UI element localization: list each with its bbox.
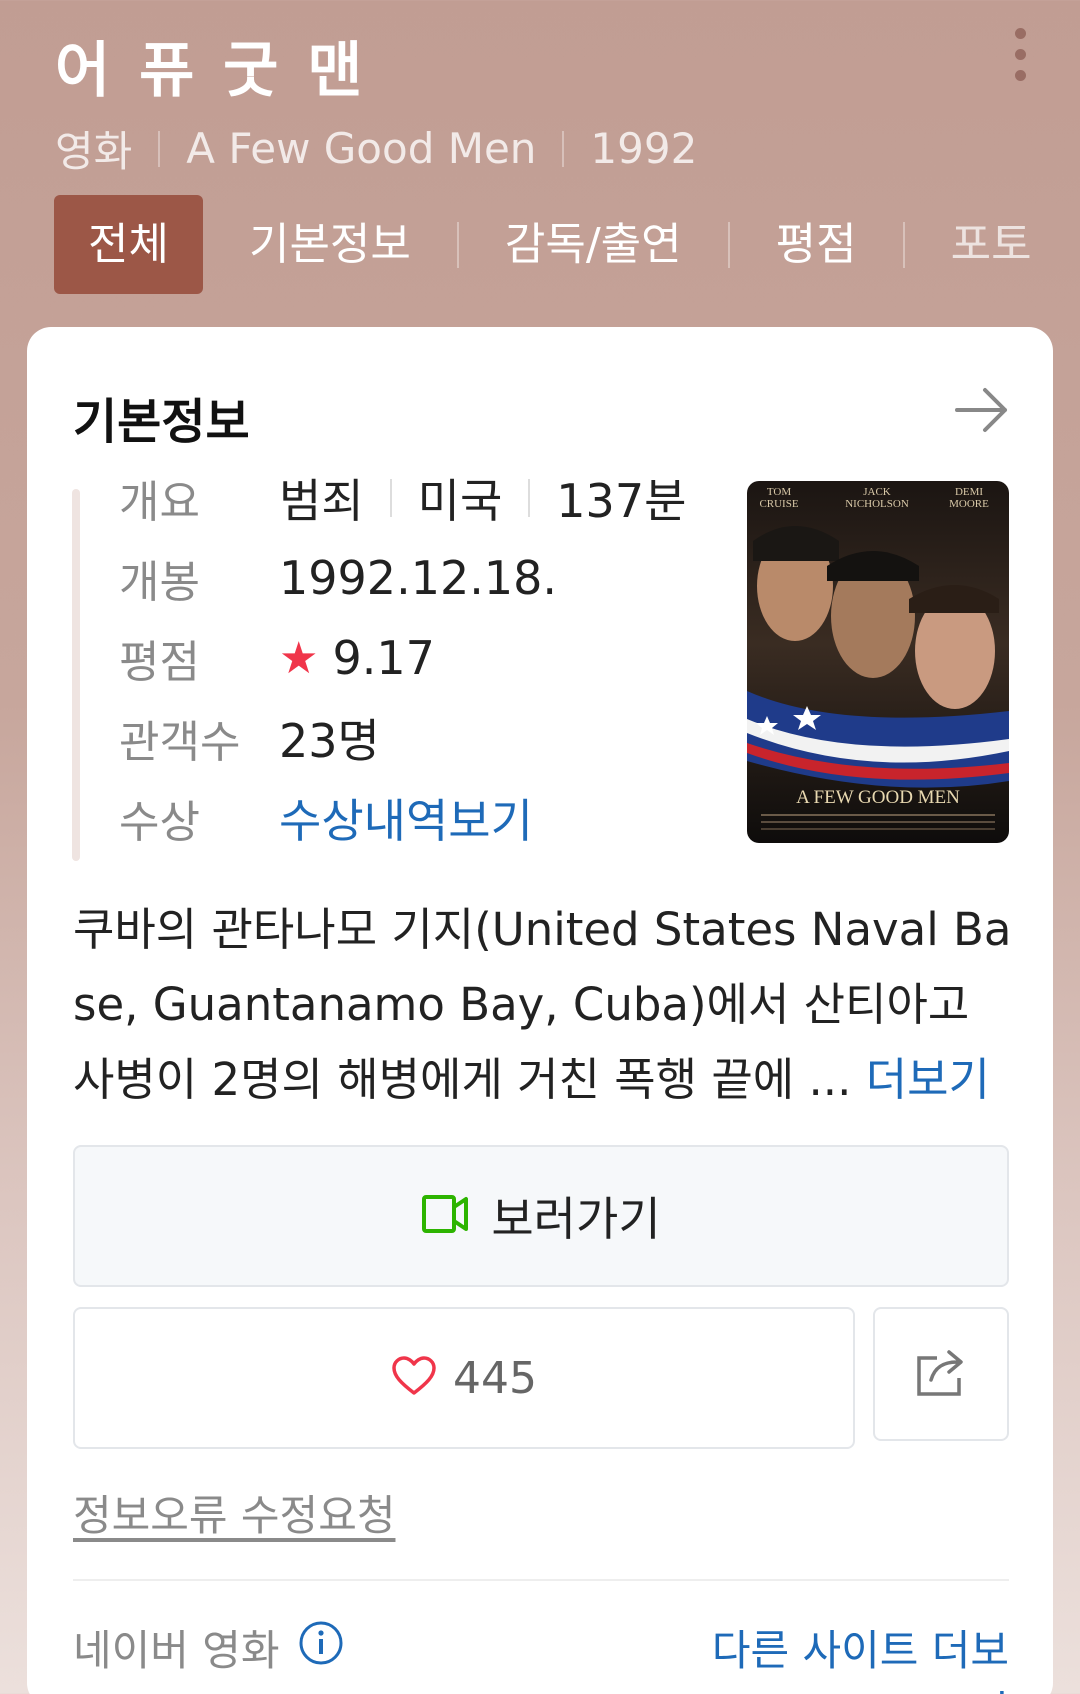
movie-poster[interactable]: TOM CRUISE JACK NICHOLSON DEMI MOORE A F…	[747, 481, 1009, 843]
poster-credit-2-line-2: NICHOLSON	[845, 498, 909, 510]
share-button[interactable]	[873, 1307, 1009, 1441]
awards-link[interactable]: 수상내역보기	[279, 785, 533, 851]
synopsis: 쿠바의 관타나모 기지(United States Naval Base, Gu…	[73, 892, 1023, 1117]
like-count: 445	[453, 1352, 537, 1404]
poster-title-text: A FEW GOOD MEN	[796, 787, 960, 808]
divider	[158, 130, 161, 167]
divider	[727, 221, 730, 268]
watch-label: 보러가기	[491, 1192, 661, 1246]
info-row-release: 개봉 1992.12.18.	[119, 548, 557, 608]
tab-photo[interactable]: 포토	[929, 195, 1054, 294]
video-camera-icon	[421, 1193, 469, 1239]
movie-header: 어 퓨 굿 맨 영화 A Few Good Men 1992 전체 기본정보 감…	[0, 0, 1080, 330]
tab-cast[interactable]: 감독/출연	[483, 195, 704, 294]
rating-value: 9.17	[332, 631, 435, 685]
arrow-right-icon[interactable]	[953, 385, 1011, 435]
synopsis-more-link[interactable]: 더보기	[866, 1053, 990, 1106]
watch-button[interactable]: 보러가기	[73, 1145, 1009, 1287]
other-sites-link[interactable]: 다른 사이트 더보기	[687, 1617, 1009, 1694]
info-row-audience: 관객수 23명	[119, 708, 380, 768]
genre: 범죄	[279, 474, 364, 528]
basic-info-card: 기본정보 개요 범죄 미국 137분 개봉 1992.12.18. 평점 ★ 9.…	[27, 327, 1053, 1694]
poster-credit-2-line-1: JACK	[863, 486, 891, 498]
audience-label: 관객수	[119, 717, 241, 768]
card-title: 기본정보	[73, 394, 250, 450]
tab-all[interactable]: 전체	[54, 195, 203, 294]
tab-basic-info[interactable]: 기본정보	[227, 195, 433, 294]
movie-subtitle: 영화 A Few Good Men 1992	[55, 118, 697, 179]
movie-title: 어 퓨 굿 맨	[55, 36, 367, 106]
release-year: 1992	[590, 124, 698, 173]
movie-type: 영화	[55, 127, 133, 176]
info-row-awards: 수상 수상내역보기	[119, 788, 533, 848]
divider	[528, 479, 531, 517]
like-button[interactable]: 445	[73, 1307, 855, 1449]
poster-credit-3-line-1: DEMI	[955, 486, 983, 498]
runtime: 137분	[556, 474, 687, 528]
tab-rating[interactable]: 평점	[754, 195, 879, 294]
country: 미국	[417, 474, 503, 528]
poster-credit-1-line-1: TOM	[767, 486, 791, 498]
star-icon: ★	[279, 632, 319, 684]
tab-bar: 전체 기본정보 감독/출연 평점 포토	[54, 195, 1080, 294]
poster-credit-1-line-2: CRUISE	[759, 498, 798, 510]
awards-label: 수상	[119, 797, 200, 848]
divider	[902, 221, 905, 268]
rating-label: 평점	[119, 637, 200, 688]
heart-icon	[391, 1355, 437, 1401]
release-label: 개봉	[119, 557, 200, 608]
source-label: 네이버 영화	[73, 1626, 280, 1675]
divider	[456, 221, 459, 268]
overview-label: 개요	[119, 477, 200, 528]
divider	[389, 479, 392, 517]
divider	[73, 1579, 1009, 1581]
info-row-rating: 평점 ★ 9.17	[119, 628, 435, 688]
original-title: A Few Good Men	[186, 124, 537, 173]
share-icon	[913, 1346, 969, 1402]
divider	[562, 130, 565, 167]
source-info: 네이버 영화	[73, 1617, 344, 1678]
poster-credit-3-line-2: MOORE	[949, 498, 989, 510]
report-error-link[interactable]: 정보오류 수정요청	[73, 1482, 395, 1543]
release-date: 1992.12.18.	[279, 551, 557, 605]
info-icon[interactable]	[298, 1620, 344, 1676]
more-options-icon[interactable]	[1000, 28, 1040, 92]
audience-count: 23명	[279, 714, 380, 768]
info-accent-bar	[72, 489, 80, 861]
info-row-overview: 개요 범죄 미국 137분	[119, 468, 686, 528]
